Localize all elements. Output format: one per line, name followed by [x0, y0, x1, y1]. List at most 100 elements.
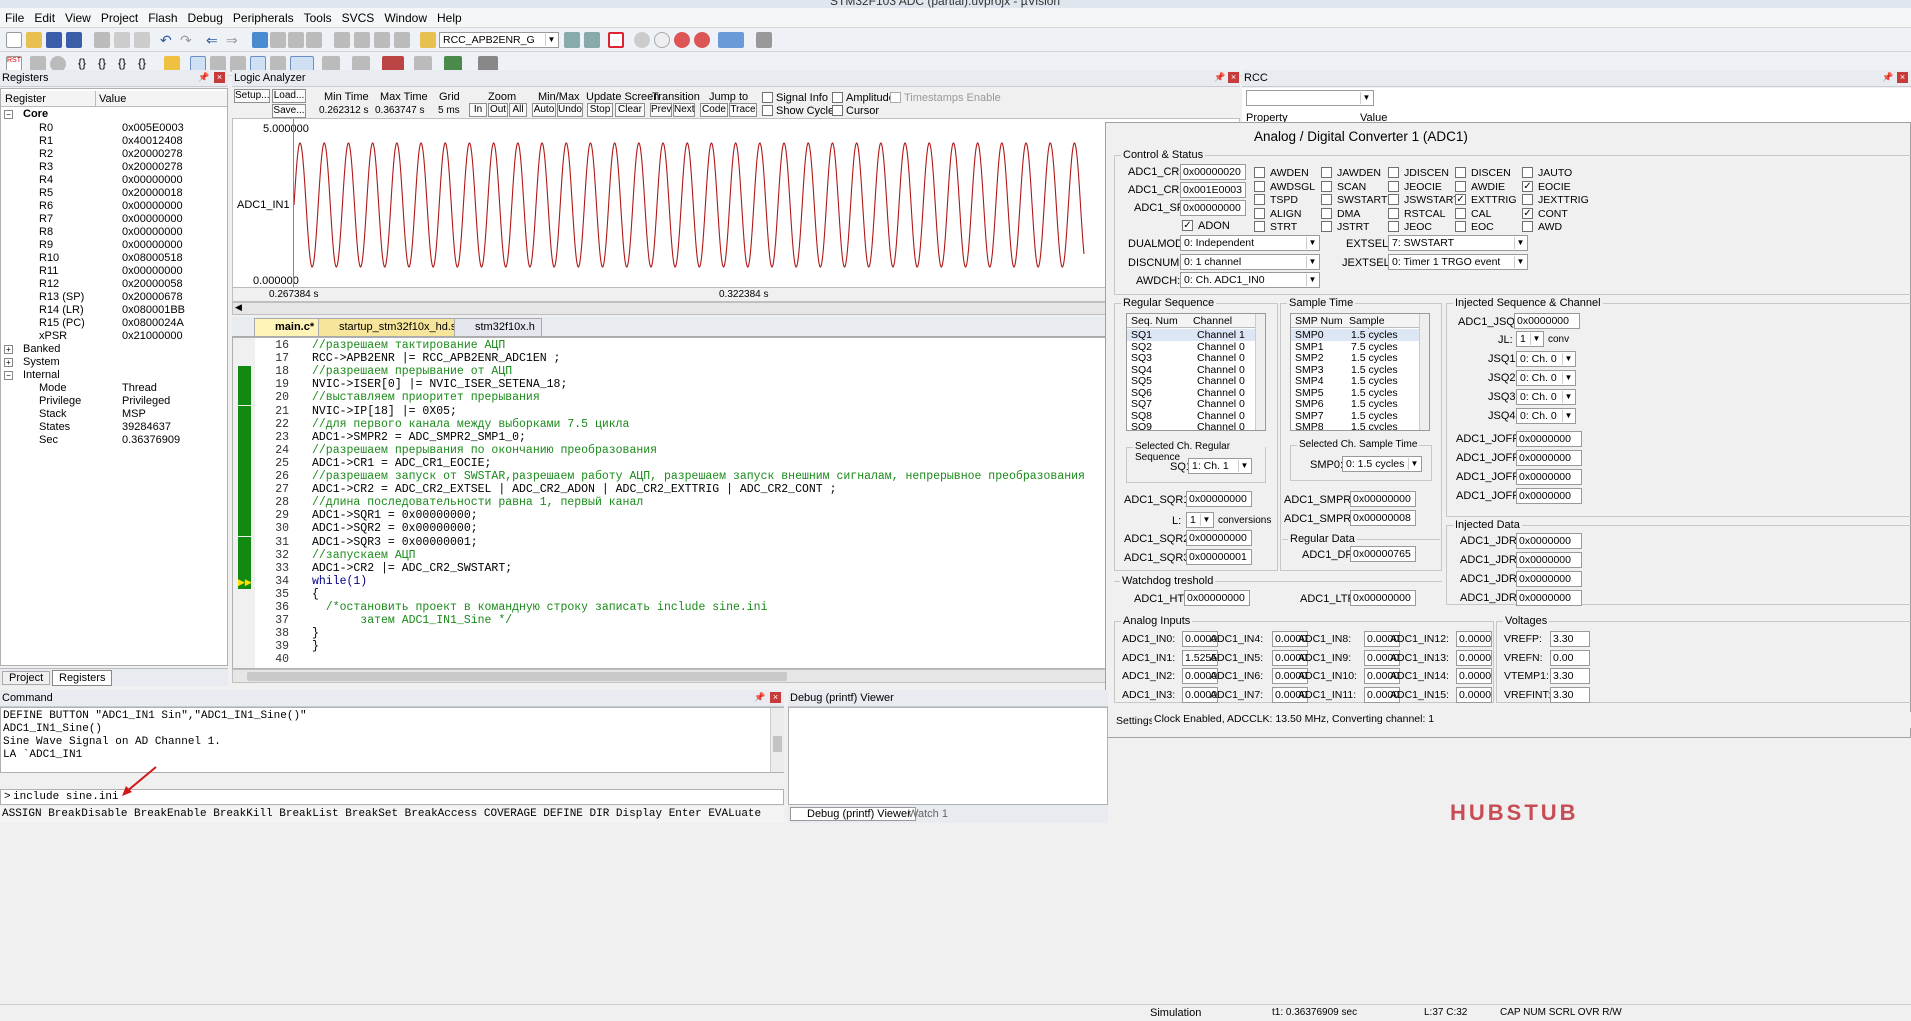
table-row[interactable]: SMP3 1.5 cycles [1291, 364, 1429, 376]
breakpoint-enable-icon[interactable] [654, 32, 670, 48]
jsq-select[interactable]: 0: Ch. 0 ▼ [1516, 408, 1576, 424]
scan-checkbox[interactable] [1321, 180, 1332, 192]
nav-forward-icon[interactable]: ⇒ [226, 32, 242, 48]
menu-item-window[interactable]: Window [379, 8, 432, 25]
editor-hscrollbar[interactable] [232, 669, 1108, 683]
table-row[interactable]: SMP8 1.5 cycles [1291, 421, 1429, 430]
register-value[interactable]: 0x00000000 [122, 265, 183, 277]
sqr3-field[interactable]: 0x00000001 [1186, 549, 1252, 565]
register-value[interactable]: 0x08000518 [122, 252, 183, 264]
register-row[interactable]: R7 0x00000000 [1, 213, 227, 226]
pin-icon[interactable]: 📌 [1882, 72, 1893, 83]
jdr-field[interactable]: 0x0000000 [1516, 571, 1582, 587]
debug-session-icon[interactable] [608, 32, 624, 48]
jsq-select[interactable]: 0: Ch. 0 ▼ [1516, 351, 1576, 367]
comment-icon[interactable] [374, 32, 390, 48]
tab-debug-printf[interactable]: Debug (printf) Viewer [790, 807, 916, 821]
register-row[interactable]: R2 0x20000278 [1, 148, 227, 161]
discen-checkbox[interactable] [1455, 167, 1466, 178]
analog-input-field[interactable]: 0.0000 [1456, 649, 1492, 666]
jsqr-field[interactable]: 0x0000000 [1514, 313, 1580, 329]
debug-viewer-output[interactable] [788, 707, 1108, 805]
jstrt-checkbox[interactable] [1321, 221, 1332, 232]
jump-trace-button[interactable]: Trace [729, 103, 757, 117]
command-input[interactable]: include sine.ini [13, 791, 119, 803]
cr1-field[interactable]: 0x00000020 [1180, 164, 1246, 180]
register-row[interactable]: R12 0x20000058 [1, 278, 227, 291]
logic-hscrollbar[interactable]: ◀ [232, 302, 1240, 315]
smpr2-field[interactable]: 0x00000008 [1350, 510, 1416, 526]
undo-icon[interactable]: ↶ [160, 32, 176, 48]
table-row[interactable]: SQ1 Channel 1 [1127, 329, 1265, 341]
sr-field[interactable]: 0x00000000 [1180, 200, 1246, 216]
cal-checkbox[interactable] [1455, 207, 1466, 219]
smp0-select[interactable]: 0: 1.5 cycles ▼ [1342, 456, 1422, 472]
jdr-field[interactable]: 0x0000000 [1516, 552, 1582, 568]
save-button[interactable]: Save... [272, 104, 306, 118]
register-row[interactable]: R8 0x00000000 [1, 226, 227, 239]
close-icon[interactable]: × [1228, 72, 1239, 83]
menu-item-flash[interactable]: Flash [143, 8, 182, 25]
tab-stm32f10x-h[interactable]: stm32f10x.h [454, 318, 542, 336]
l-select[interactable]: 1 ▼ [1186, 512, 1214, 528]
table-row[interactable]: SMP6 1.5 cycles [1291, 398, 1429, 410]
adon-checkbox[interactable]: ✓ [1182, 220, 1193, 231]
tab-watch-1[interactable]: Watch 1 [904, 808, 952, 820]
menu-item-peripherals[interactable]: Peripherals [228, 8, 299, 25]
new-file-icon[interactable] [6, 32, 22, 48]
save-all-icon[interactable] [66, 32, 82, 48]
dr-field[interactable]: 0x00000765 [1350, 546, 1416, 562]
table-row[interactable]: SMP5 1.5 cycles [1291, 387, 1429, 399]
htr-field[interactable]: 0x00000000 [1184, 590, 1250, 606]
menu-item-debug[interactable]: Debug [183, 8, 228, 25]
rcc-filter-select[interactable]: ▼ [1246, 90, 1374, 106]
menu-item-help[interactable]: Help [432, 8, 467, 25]
cursor-checkbox[interactable] [832, 105, 843, 116]
close-icon[interactable]: × [770, 692, 781, 703]
extsel-select[interactable]: 7: SWSTART ▼ [1388, 235, 1528, 251]
collapse-core-icon[interactable]: − [4, 110, 13, 119]
analog-input-field[interactable]: 0.0000 [1456, 631, 1492, 647]
jeocie-checkbox[interactable] [1388, 180, 1399, 192]
copy-icon[interactable] [114, 32, 130, 48]
configure-icon[interactable] [756, 32, 772, 48]
close-icon[interactable]: × [1897, 72, 1908, 83]
register-row[interactable]: R0 0x005E0003 [1, 122, 227, 135]
sq1-select[interactable]: 1: Ch. 1 ▼ [1188, 458, 1252, 474]
breakpoint-insert-icon[interactable] [634, 32, 650, 48]
awd-checkbox[interactable] [1522, 221, 1533, 232]
register-row[interactable]: R15 (PC) 0x0800024A [1, 317, 227, 330]
jawden-checkbox[interactable] [1321, 167, 1332, 178]
table-row[interactable]: SQ5 Channel 0 [1127, 375, 1265, 387]
register-row[interactable]: R4 0x00000000 [1, 174, 227, 187]
find-in-files-icon[interactable] [420, 32, 436, 48]
register-value[interactable]: 0x00000000 [122, 226, 183, 238]
cont-checkbox[interactable]: ✓ [1522, 207, 1533, 219]
code-line[interactable]: 40 [0, 653, 1000, 669]
jdr-field[interactable]: 0x0000000 [1516, 590, 1582, 606]
stop-button[interactable]: Stop [587, 103, 613, 117]
column-value[interactable]: Value [99, 93, 126, 105]
awdsgl-checkbox[interactable] [1254, 180, 1265, 192]
jswstart-checkbox[interactable] [1388, 194, 1399, 205]
sqr1-field[interactable]: 0x00000000 [1186, 491, 1252, 507]
register-value[interactable]: 0x20000018 [122, 187, 183, 199]
register-row[interactable]: R14 (LR) 0x080001BB [1, 304, 227, 317]
jump-code-button[interactable]: Code [700, 103, 728, 117]
clear-button[interactable]: Clear [615, 103, 645, 117]
signal-name[interactable]: ADC1_IN1 [237, 199, 290, 211]
register-row[interactable]: R9 0x00000000 [1, 239, 227, 252]
table-row[interactable]: SMP1 7.5 cycles [1291, 341, 1429, 353]
register-value[interactable]: 0x005E0003 [122, 122, 184, 134]
voltage-field[interactable]: 3.30 [1550, 631, 1590, 647]
logic-analyzer-plot[interactable]: 5.000000 ADC1_IN1 0.000000 0.267384 s 0.… [232, 118, 1240, 302]
tab-main-c[interactable]: main.c* [254, 318, 322, 336]
table-row[interactable]: SQ9 Channel 0 [1127, 421, 1265, 430]
find-target-select[interactable]: RCC_APB2ENR_G ▼ [439, 32, 559, 48]
undo-button[interactable]: Undo [557, 103, 583, 117]
voltage-field[interactable]: 3.30 [1550, 668, 1590, 684]
signal-info-checkbox[interactable] [762, 92, 773, 103]
breakpoint-disable-icon[interactable] [694, 32, 710, 48]
bookmark-clear-icon[interactable] [306, 32, 322, 48]
menu-item-tools[interactable]: Tools [299, 8, 337, 25]
